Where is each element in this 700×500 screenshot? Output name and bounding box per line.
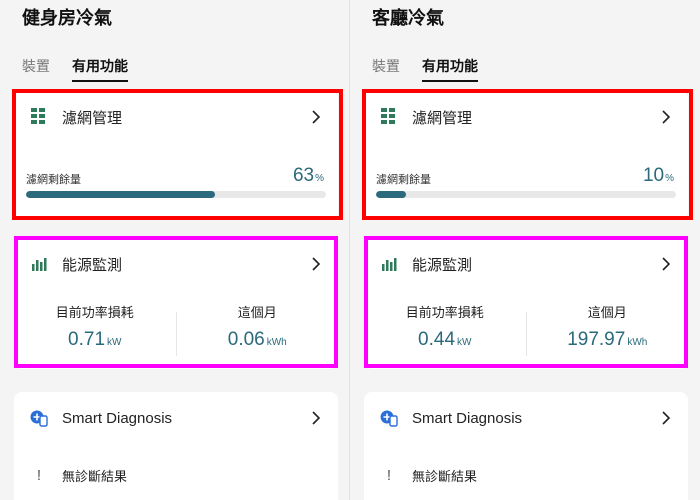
energy-monitoring-card[interactable]: 能源監測 目前功率損耗 0.44 kW 這個月 197.97 kWh xyxy=(364,238,688,369)
bar-chart-icon xyxy=(380,255,398,273)
panel-right: 客廳冷氣 裝置 有用功能 濾網管理 濾網剩餘量 10% 能源監測 目前功率損耗 … xyxy=(350,0,700,500)
filter-card-title: 濾網管理 xyxy=(62,108,123,127)
filter-progress-bar xyxy=(26,191,326,198)
filter-progress-fill xyxy=(26,191,215,198)
smart-diagnosis-card[interactable]: Smart Diagnosis ! 無診斷結果 xyxy=(364,392,688,500)
filter-card-header[interactable]: 濾網管理 xyxy=(30,105,322,129)
filter-remaining-value: 63% xyxy=(292,165,324,186)
diagnosis-card-header[interactable]: Smart Diagnosis xyxy=(30,406,322,430)
filter-progress-fill xyxy=(376,191,406,198)
energy-card-title: 能源監測 xyxy=(412,255,473,274)
diagnosis-result-row: ! 無診斷結果 xyxy=(30,466,127,485)
energy-card-header[interactable]: 能源監測 xyxy=(30,252,322,276)
filter-grid-icon xyxy=(380,108,398,126)
filter-progress-bar xyxy=(376,191,676,198)
current-power-reading: 目前功率損耗 0.44 kW xyxy=(364,302,526,356)
filter-management-card[interactable]: 濾網管理 濾網剩餘量 63% xyxy=(14,91,338,219)
monthly-usage-reading: 這個月 0.06 kWh xyxy=(177,302,339,356)
current-power-value: 0.44 kW xyxy=(418,329,472,350)
chevron-right-icon[interactable] xyxy=(310,257,322,271)
energy-card-title: 能源監測 xyxy=(62,255,123,274)
bar-chart-icon xyxy=(30,255,48,273)
filter-card-header[interactable]: 濾網管理 xyxy=(380,105,672,129)
tab-useful-features[interactable]: 有用功能 xyxy=(422,56,478,82)
diagnosis-card-header[interactable]: Smart Diagnosis xyxy=(380,406,672,430)
current-power-reading: 目前功率損耗 0.71 kW xyxy=(14,302,176,356)
current-power-label: 目前功率損耗 xyxy=(405,306,484,321)
chevron-right-icon[interactable] xyxy=(310,110,322,124)
tab-useful-features[interactable]: 有用功能 xyxy=(72,56,128,82)
chevron-right-icon[interactable] xyxy=(660,411,672,425)
diagnosis-result-text: 無診斷結果 xyxy=(412,470,478,485)
exclamation-icon: ! xyxy=(36,467,42,484)
filter-remaining-label: 濾網剩餘量 xyxy=(26,173,81,186)
current-power-label: 目前功率損耗 xyxy=(55,306,134,321)
tab-devices[interactable]: 裝置 xyxy=(22,56,50,82)
filter-management-card[interactable]: 濾網管理 濾網剩餘量 10% xyxy=(364,91,688,219)
tab-bar: 裝置 有用功能 xyxy=(372,56,478,82)
filter-remaining-label: 濾網剩餘量 xyxy=(376,173,431,186)
page-title: 健身房冷氣 xyxy=(22,8,112,29)
smart-diagnosis-card[interactable]: Smart Diagnosis ! 無診斷結果 xyxy=(14,392,338,500)
energy-monitoring-card[interactable]: 能源監測 目前功率損耗 0.71 kW 這個月 0.06 kWh xyxy=(14,238,338,369)
chevron-right-icon[interactable] xyxy=(660,110,672,124)
energy-card-header[interactable]: 能源監測 xyxy=(380,252,672,276)
energy-readings: 目前功率損耗 0.44 kW 這個月 197.97 kWh xyxy=(364,302,688,356)
exclamation-icon: ! xyxy=(386,467,392,484)
diagnosis-card-title: Smart Diagnosis xyxy=(62,409,173,427)
page-title: 客廳冷氣 xyxy=(372,8,444,29)
diagnosis-result-text: 無診斷結果 xyxy=(62,470,128,485)
smart-diagnosis-icon xyxy=(30,409,48,427)
tab-bar: 裝置 有用功能 xyxy=(22,56,128,82)
current-power-value: 0.71 kW xyxy=(68,329,122,350)
chevron-right-icon[interactable] xyxy=(310,411,322,425)
monthly-usage-label: 這個月 xyxy=(587,306,627,321)
diagnosis-card-title: Smart Diagnosis xyxy=(412,409,523,427)
tab-devices[interactable]: 裝置 xyxy=(372,56,400,82)
monthly-usage-value: 197.97 kWh xyxy=(567,329,648,350)
filter-card-title: 濾網管理 xyxy=(412,108,473,127)
monthly-usage-value: 0.06 kWh xyxy=(227,329,287,350)
panel-left: 健身房冷氣 裝置 有用功能 濾網管理 濾網剩餘量 63% 能源監測 目前功率損耗… xyxy=(0,0,350,500)
chevron-right-icon[interactable] xyxy=(660,257,672,271)
filter-grid-icon xyxy=(30,108,48,126)
energy-readings: 目前功率損耗 0.71 kW 這個月 0.06 kWh xyxy=(14,302,338,356)
monthly-usage-reading: 這個月 197.97 kWh xyxy=(527,302,689,356)
diagnosis-result-row: ! 無診斷結果 xyxy=(380,466,477,485)
filter-remaining-value: 10% xyxy=(642,165,674,186)
monthly-usage-label: 這個月 xyxy=(237,306,277,321)
smart-diagnosis-icon xyxy=(380,409,398,427)
